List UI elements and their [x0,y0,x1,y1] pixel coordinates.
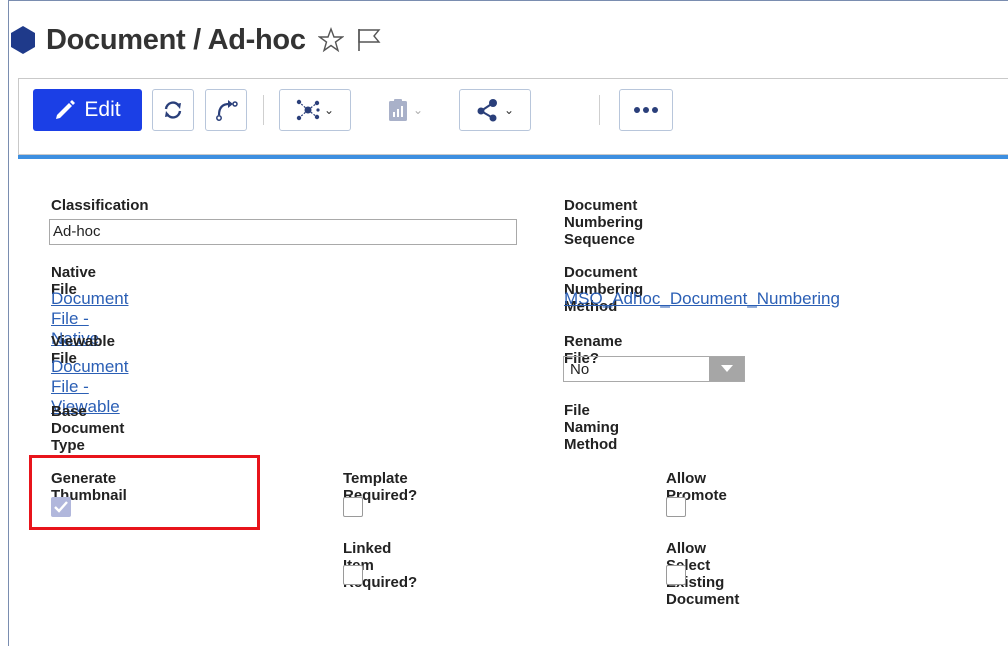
toolbar-separator [599,95,600,125]
refresh-icon [164,101,182,119]
dropdown-arrow-icon[interactable] [709,357,744,381]
rename-file-value: No [570,361,590,378]
template-required-checkbox[interactable] [343,497,363,517]
classification-field[interactable]: Ad-hoc [49,219,517,245]
edit-label: Edit [84,98,121,121]
star-icon[interactable] [317,27,344,53]
flag-icon[interactable] [356,27,382,53]
hexagon-icon [11,26,35,54]
chevron-down-icon: ⌄ [412,103,424,117]
refresh-button[interactable] [152,89,194,131]
rename-file-select[interactable]: No [563,356,745,382]
doc-numbering-sequence-label: Document Numbering Sequence [564,197,644,248]
more-button[interactable] [619,89,673,131]
chevron-down-icon: ⌄ [503,103,515,117]
structure-browser-button[interactable]: ⌄ [279,89,351,131]
share-button[interactable]: ⌄ [459,89,531,131]
doc-numbering-method-link[interactable]: MSO_Adhoc_Document_Numbering [564,289,840,309]
base-document-type-label: Base Document Type [51,403,125,454]
network-icon [296,99,320,121]
chevron-down-icon: ⌄ [323,103,335,117]
toolbar: Edit ⌄ ⌄ ⌄ [18,78,1008,155]
page-title: Document / Ad-hoc [46,23,306,56]
allow-promote-checkbox[interactable] [666,497,686,517]
edit-button[interactable]: Edit [33,89,142,131]
highlight-box [29,455,260,530]
toolbar-separator [263,95,264,125]
ellipsis-icon [634,107,658,113]
allow-select-existing-checkbox[interactable] [666,565,686,585]
lifecycle-button[interactable] [205,89,247,131]
reports-button[interactable]: ⌄ [369,89,441,131]
title-bar: Document / Ad-hoc [10,10,382,70]
promote-arrow-icon [216,100,238,121]
file-naming-method-label: File Naming Method [564,402,620,453]
pencil-icon [56,100,76,119]
linked-item-required-checkbox[interactable] [343,565,363,585]
clipboard-chart-icon [388,99,407,121]
toolbar-divider [18,155,1008,159]
share-icon [477,99,497,122]
classification-label: Classification [51,197,149,214]
